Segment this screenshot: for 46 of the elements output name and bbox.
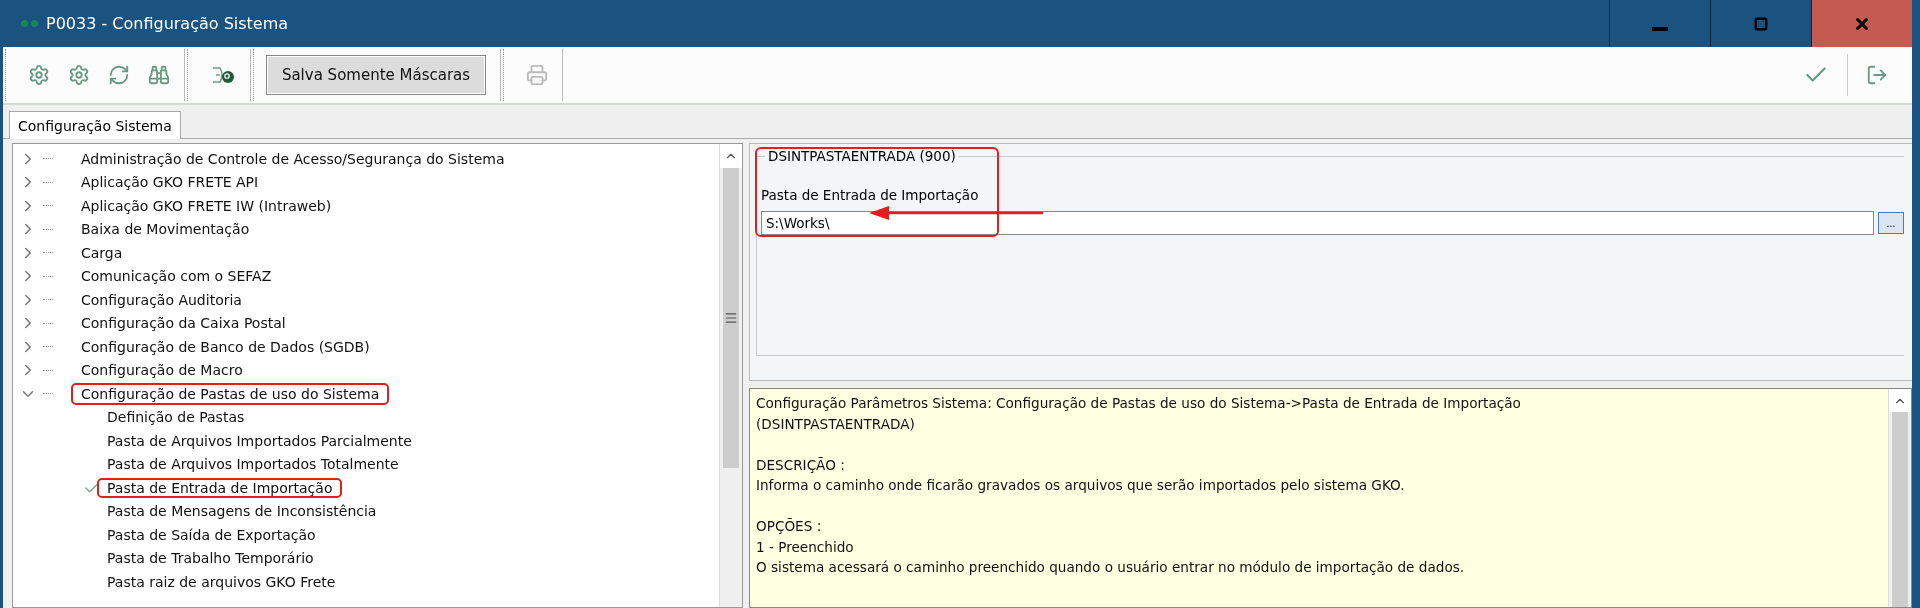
tree-item[interactable]: Baixa de Movimentação bbox=[71, 218, 260, 241]
help-text: Configuração Parâmetros Sistema: Configuração de Pastas de uso do Sistema->Pasta de Entrada de Importação bbox=[756, 394, 1522, 413]
grip-icon bbox=[724, 311, 738, 325]
tree-item[interactable]: Configuração de Macro bbox=[71, 359, 253, 382]
tree-item[interactable]: Pasta raiz de arquivos GKO Frete bbox=[97, 571, 346, 592]
tree-item[interactable]: Pasta de Trabalho Temporário bbox=[97, 548, 324, 569]
tree-item[interactable]: Configuração de Pastas de uso do Sistema bbox=[71, 382, 390, 405]
tree-item[interactable]: Configuração Auditoria bbox=[71, 288, 252, 311]
close-button[interactable] bbox=[1811, 0, 1912, 47]
input-field[interactable]: S:\Works\ bbox=[761, 211, 1874, 235]
binoculars-icon[interactable] bbox=[148, 64, 170, 86]
tree-item[interactable]: Pasta de Mensagens de Inconsistência bbox=[97, 501, 387, 522]
help-text: (DSINTPASTAENTRADA) bbox=[756, 414, 916, 434]
tree-item[interactable]: Definição de Pastas bbox=[97, 407, 255, 428]
tree-item[interactable]: Carga bbox=[71, 241, 133, 264]
exit-door-icon[interactable] bbox=[1866, 64, 1888, 86]
minimize-icon bbox=[1652, 26, 1668, 31]
tree-item[interactable]: Configuração de Banco de Dados (SGDB) bbox=[71, 335, 380, 358]
tree-item[interactable]: Aplicação GKO FRETE API bbox=[71, 171, 269, 194]
printer-icon[interactable] bbox=[526, 64, 548, 86]
window-title: P0033 - Configuração Sistema bbox=[46, 14, 290, 33]
scroll-up-button[interactable] bbox=[1889, 389, 1911, 413]
help-text: OPÇÕES : bbox=[756, 517, 823, 536]
tree-item[interactable]: Administração de Controle de Acesso/Segurança do Sistema bbox=[71, 147, 515, 170]
maximize-icon bbox=[1754, 16, 1768, 31]
help-text: 1 - Preenchido bbox=[756, 537, 855, 557]
scrollbar[interactable] bbox=[719, 144, 742, 607]
help-text: O sistema acessará o caminho preenchido quando o usuário entrar no módulo de importação de dados. bbox=[756, 558, 1466, 577]
refresh-icon[interactable] bbox=[108, 64, 130, 86]
tree-item[interactable]: Comunicação com o SEFAZ bbox=[71, 265, 282, 288]
field-label: Pasta de Entrada de Importação bbox=[761, 187, 980, 203]
tree-item[interactable]: Aplicação GKO FRETE IW (Intraweb) bbox=[71, 194, 342, 217]
app-logo-icon bbox=[21, 20, 38, 27]
help-text: Informa o caminho onde ficarão gravados os arquivos que serão importados pelo sistema GKO. bbox=[756, 476, 1406, 495]
tab[interactable]: Configuração Sistema bbox=[9, 111, 181, 139]
save-masks-button[interactable]: Salva Somente Máscaras bbox=[266, 55, 486, 95]
tree-item[interactable]: Pasta de Arquivos Importados Parcialmente bbox=[97, 430, 422, 451]
tree-item[interactable]: Pasta de Arquivos Importados Totalmente bbox=[97, 454, 409, 475]
tree-item[interactable]: Configuração da Caixa Postal bbox=[71, 312, 296, 335]
scroll-up-button[interactable] bbox=[720, 144, 742, 168]
scroll-thumb[interactable] bbox=[1892, 412, 1908, 607]
tree-item[interactable]: Pasta de Saída de Exportação bbox=[97, 524, 326, 545]
scroll-thumb[interactable] bbox=[723, 168, 739, 468]
browse-button[interactable]: ... bbox=[1878, 212, 1904, 234]
tree-item[interactable]: Pasta de Entrada de Importação bbox=[97, 477, 343, 498]
help-text: DESCRIÇÃO : bbox=[756, 455, 846, 475]
